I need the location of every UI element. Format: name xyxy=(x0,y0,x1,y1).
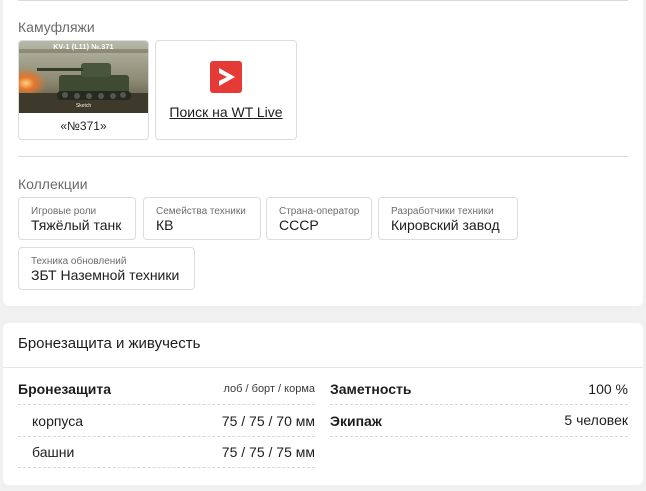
row-separator xyxy=(330,404,628,405)
collections-section-title: Коллекции xyxy=(18,176,88,192)
armor-label: Бронезащита xyxy=(18,381,112,397)
chip-value: ЗБТ Наземной техники xyxy=(31,267,180,283)
chip-label: Техника обновлений xyxy=(31,256,127,267)
camouflage-item[interactable]: KV-1 (L11) №.371 Sketch «№371» xyxy=(18,40,149,140)
turret-armor-label: башни xyxy=(32,444,75,460)
collection-chip-family[interactable]: Семейства техники КВ xyxy=(143,197,261,240)
crew-value: 5 человек xyxy=(564,412,628,428)
armor-card: Бронезащита и живучесть Бронезащита лоб … xyxy=(3,323,643,485)
camouflage-image-label: KV-1 (L11) №.371 xyxy=(53,44,114,51)
chip-label: Игровые роли xyxy=(31,206,97,217)
divider xyxy=(3,367,643,368)
armor-axes-label: лоб / борт / корма xyxy=(223,383,315,395)
camouflage-caption: «№371» xyxy=(60,119,107,133)
hull-armor-label: корпуса xyxy=(32,413,84,429)
divider xyxy=(18,156,628,157)
wt-live-search-card[interactable]: Поиск на WT Live xyxy=(155,40,297,140)
collection-chip-update[interactable]: Техника обновлений ЗБТ Наземной техники xyxy=(18,247,195,290)
row-separator xyxy=(18,436,315,437)
chip-label: Семейства техники xyxy=(156,206,246,217)
turret-armor-value: 75 / 75 / 75 мм xyxy=(221,444,315,460)
camouflage-image: KV-1 (L11) №.371 Sketch xyxy=(19,41,148,113)
crew-label: Экипаж xyxy=(330,413,382,429)
vehicle-info-card: Камуфляжи KV-1 (L11) №.371 Sketch «№371»… xyxy=(3,0,643,306)
row-separator xyxy=(18,467,315,468)
wt-live-icon xyxy=(210,61,242,93)
chip-label: Разработчики техники xyxy=(391,206,494,217)
chip-value: Тяжёлый танк xyxy=(31,217,122,233)
divider xyxy=(18,0,628,1)
chip-value: СССР xyxy=(279,217,319,233)
collection-chip-role[interactable]: Игровые роли Тяжёлый танк xyxy=(18,197,136,240)
hull-armor-value: 75 / 75 / 70 мм xyxy=(221,413,315,429)
collection-chip-developer[interactable]: Разработчики техники Кировский завод xyxy=(378,197,518,240)
camouflage-section-title: Камуфляжи xyxy=(18,19,95,35)
chip-label: Страна-оператор xyxy=(279,206,360,217)
visibility-label: Заметность xyxy=(330,381,412,397)
wt-live-search-link[interactable]: Поиск на WT Live xyxy=(156,104,296,120)
chip-value: КВ xyxy=(156,217,174,233)
armor-card-title: Бронезащита и живучесть xyxy=(18,335,201,352)
collection-chip-country[interactable]: Страна-оператор СССР xyxy=(266,197,372,240)
chip-value: Кировский завод xyxy=(391,217,500,233)
row-separator xyxy=(18,404,315,405)
camouflage-image-sublabel: Sketch xyxy=(75,103,92,109)
row-separator xyxy=(330,436,628,437)
visibility-value: 100 % xyxy=(588,381,628,397)
